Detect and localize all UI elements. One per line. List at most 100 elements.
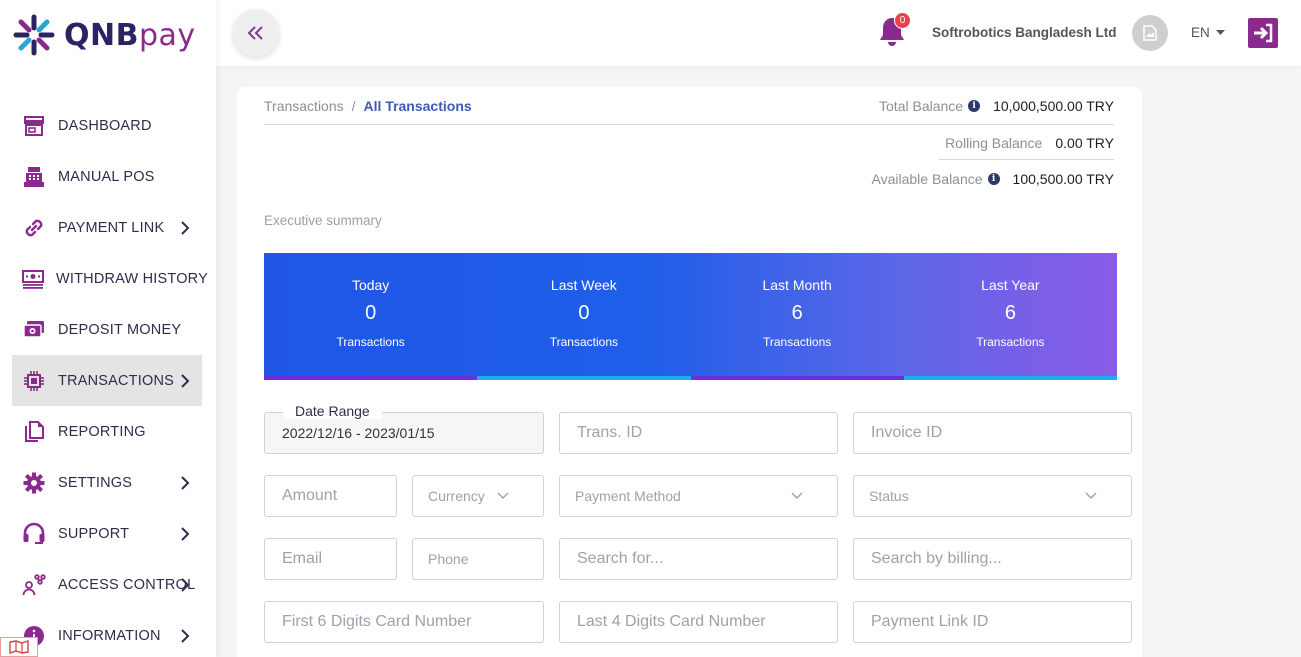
- language-label: EN: [1191, 25, 1210, 40]
- sign-out-icon: [1254, 23, 1273, 43]
- divider: [939, 159, 1114, 160]
- billing-search-placeholder: Search by billing...: [871, 550, 1002, 567]
- summary-value: 0: [365, 302, 377, 324]
- sidebar-item-label: INFORMATION: [58, 627, 161, 644]
- brand-logo[interactable]: QNBpay: [12, 12, 196, 58]
- brand-name-pay: pay: [138, 17, 196, 53]
- invoice-id-input[interactable]: Invoice ID: [853, 412, 1132, 454]
- payment-method-select[interactable]: Payment Method: [559, 475, 838, 517]
- sidebar-item-label: WITHDRAW HISTORY: [56, 270, 208, 287]
- breadcrumb-parent[interactable]: Transactions: [264, 98, 344, 114]
- user-network-icon: [22, 573, 46, 597]
- sidebar-item-dashboard[interactable]: DASHBOARD: [12, 100, 202, 151]
- chevron-right-icon: [181, 628, 190, 643]
- currency-select[interactable]: Currency: [412, 475, 544, 517]
- summary-accent-bar: [690, 376, 904, 380]
- chevron-right-icon: [181, 577, 190, 592]
- sidebar-item-transactions[interactable]: TRANSACTIONS: [12, 355, 202, 406]
- sidebar-item-label: MANUAL POS: [58, 168, 155, 185]
- qnb-star-icon: [13, 14, 55, 56]
- available-balance-label: Available Balance: [871, 171, 983, 187]
- sidebar-item-payment-link[interactable]: PAYMENT LINK: [12, 202, 202, 253]
- invoice-id-placeholder: Invoice ID: [871, 424, 943, 441]
- total-balance-label: Total Balance: [879, 98, 964, 114]
- language-selector[interactable]: EN: [1191, 25, 1225, 40]
- status-placeholder: Status: [869, 488, 909, 504]
- chevron-right-icon: [181, 475, 190, 490]
- phone-input[interactable]: Phone: [412, 538, 544, 580]
- first6-card-input[interactable]: First 6 Digits Card Number: [264, 601, 544, 643]
- collapse-sidebar-button[interactable]: [232, 9, 280, 57]
- summary-card-today: Today 0 Transactions: [264, 253, 478, 380]
- brand-name-main: QNB: [64, 17, 139, 53]
- headset-icon: [22, 522, 46, 546]
- sidebar-item-withdraw-history[interactable]: WITHDRAW HISTORY: [12, 253, 208, 304]
- sidebar-item-settings[interactable]: SETTINGS: [12, 457, 202, 508]
- last4-card-input[interactable]: Last 4 Digits Card Number: [559, 601, 838, 643]
- search-input[interactable]: Search for...: [559, 538, 838, 580]
- chevron-right-icon: [181, 526, 190, 541]
- avatar[interactable]: [1132, 15, 1168, 51]
- breadcrumb: Transactions / All Transactions: [264, 98, 472, 114]
- search-placeholder: Search for...: [577, 550, 664, 567]
- payment-link-id-input[interactable]: Payment Link ID: [853, 601, 1132, 643]
- rolling-balance-label: Rolling Balance: [945, 135, 1043, 151]
- summary-accent-bar: [264, 376, 478, 380]
- sidebar-item-access-control[interactable]: ACCESS CONTROL: [12, 559, 202, 610]
- company-name[interactable]: Softrobotics Bangladesh Ltd: [932, 25, 1117, 40]
- chevron-right-icon: [181, 220, 190, 235]
- billing-search-input[interactable]: Search by billing...: [853, 538, 1132, 580]
- payment-method-placeholder: Payment Method: [575, 488, 681, 504]
- image-placeholder-icon: [1143, 25, 1157, 41]
- sidebar-item-deposit-money[interactable]: DEPOSIT MONEY: [12, 304, 202, 355]
- sidebar-item-label: DASHBOARD: [58, 117, 152, 134]
- map-icon[interactable]: [0, 637, 38, 657]
- link-icon: [22, 216, 46, 240]
- sidebar-item-label: SETTINGS: [58, 474, 133, 491]
- logout-button[interactable]: [1248, 18, 1278, 48]
- chevron-right-icon: [181, 373, 190, 388]
- gear-icon: [22, 471, 46, 495]
- sidebar-item-manual-pos[interactable]: MANUAL POS: [12, 151, 202, 202]
- transactions-card: Transactions / All Transactions Total Bala…: [237, 87, 1142, 657]
- summary-subtitle: Transactions: [336, 335, 405, 349]
- sidebar-item-information[interactable]: INFORMATION: [12, 610, 202, 657]
- divider: [264, 124, 1114, 125]
- email-placeholder: Email: [282, 550, 323, 567]
- sidebar: QNBpay DASHBOARD MANUAL POS PAYMENT LINK: [0, 0, 216, 657]
- info-icon[interactable]: i: [987, 173, 1000, 185]
- chevron-down-icon: [1085, 492, 1097, 499]
- summary-title: Last Week: [550, 277, 617, 293]
- trans-id-input[interactable]: Trans. ID: [559, 412, 838, 454]
- breadcrumb-separator: /: [351, 98, 356, 114]
- notification-badge: 0: [894, 12, 911, 29]
- date-range-value: 2022/12/16 - 2023/01/15: [282, 425, 435, 441]
- rolling-balance: Rolling Balance 0.00 TRY: [945, 135, 1114, 151]
- email-input[interactable]: Email: [264, 538, 397, 580]
- summary-card-last-year: Last Year 6 Transactions: [903, 253, 1117, 380]
- breadcrumb-current: All Transactions: [363, 98, 472, 114]
- summary-subtitle: Transactions: [549, 335, 618, 349]
- amount-placeholder: Amount: [282, 487, 338, 504]
- money-bill-icon: [22, 267, 44, 291]
- info-icon[interactable]: i: [968, 100, 981, 112]
- date-range-field[interactable]: Date Range 2022/12/16 - 2023/01/15: [264, 403, 544, 454]
- summary-title: Last Year: [981, 277, 1040, 293]
- executive-summary-banner: Today 0 Transactions Last Week 0 Transac…: [264, 253, 1117, 380]
- top-bar: 0 Softrobotics Bangladesh Ltd EN: [216, 0, 1301, 66]
- summary-title: Today: [351, 277, 390, 293]
- summary-subtitle: Transactions: [763, 335, 832, 349]
- caret-down-icon: [1215, 29, 1225, 35]
- sidebar-item-label: SUPPORT: [58, 525, 130, 542]
- date-range-label: Date Range: [283, 403, 382, 419]
- chip-icon: [22, 369, 46, 393]
- summary-accent-bar: [477, 376, 691, 380]
- sidebar-item-reporting[interactable]: REPORTING: [12, 406, 202, 457]
- amount-input[interactable]: Amount: [264, 475, 397, 517]
- sidebar-item-support[interactable]: SUPPORT: [12, 508, 202, 559]
- cash-register-icon: [22, 165, 46, 189]
- sidebar-item-label: ACCESS CONTROL: [58, 576, 196, 593]
- chevron-down-icon: [497, 492, 509, 499]
- status-select[interactable]: Status: [853, 475, 1132, 517]
- summary-value: 6: [1004, 302, 1016, 324]
